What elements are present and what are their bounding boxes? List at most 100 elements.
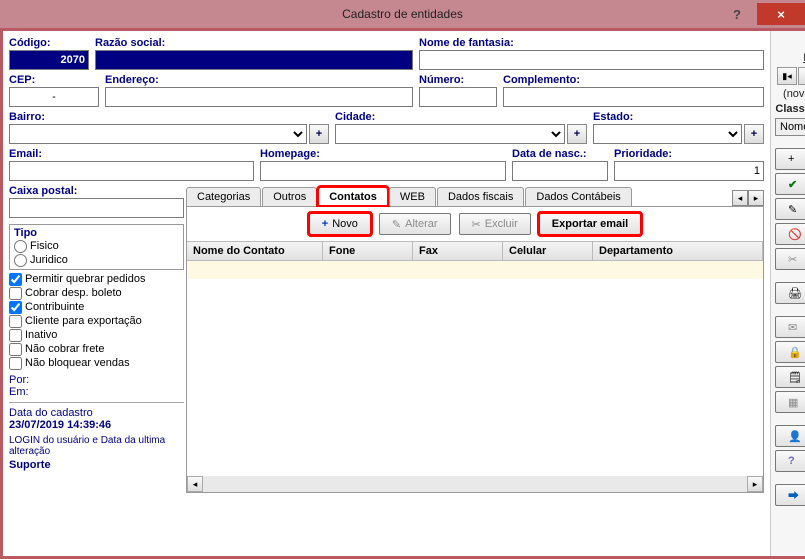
suporte-label: Suporte xyxy=(9,459,184,471)
grid-body xyxy=(187,261,763,476)
col-fone[interactable]: Fone xyxy=(323,242,413,260)
label-codigo: Código: xyxy=(9,37,89,49)
numero-input[interactable] xyxy=(419,87,497,107)
tab-fiscais[interactable]: Dados fiscais xyxy=(437,187,524,206)
estado-select[interactable] xyxy=(593,124,742,144)
tab-contatos[interactable]: Contatos xyxy=(318,187,388,206)
label-endereco: Endereço: xyxy=(105,74,413,86)
tabscroll-left[interactable]: ◂ xyxy=(732,190,748,206)
label-email: Email: xyxy=(9,148,254,160)
col-fax[interactable]: Fax xyxy=(413,242,503,260)
scroll-right[interactable]: ▸ xyxy=(747,476,763,492)
estado-add-button[interactable]: + xyxy=(744,124,764,144)
label-fantasia: Nome de fantasia: xyxy=(419,37,764,49)
sub-exportar-button[interactable]: Exportar email xyxy=(539,213,641,235)
pencil-icon: ✎ xyxy=(392,218,401,231)
novo-registro-label: (novo registro) xyxy=(775,88,805,100)
chk-boleto[interactable]: Cobrar desp. boleto xyxy=(9,286,184,300)
tab-contabeis[interactable]: Dados Contábeis xyxy=(525,187,631,206)
label-tipo: Tipo xyxy=(14,227,179,239)
radio-fisico[interactable]: Fisico xyxy=(14,239,179,253)
sub-excluir-button[interactable]: ✂Excluir xyxy=(459,213,531,235)
label-numero: Número: xyxy=(419,74,497,86)
classificado-select[interactable]: Nome xyxy=(775,118,805,136)
close-button[interactable]: × xyxy=(757,3,805,25)
tab-categorias[interactable]: Categorias xyxy=(186,187,261,206)
classificado-label: Classificado Por xyxy=(775,103,805,115)
email-input[interactable] xyxy=(9,161,254,181)
side-novo-button[interactable]: + Novo xyxy=(775,148,805,170)
col-celular[interactable]: Celular xyxy=(503,242,593,260)
em-label: Em: xyxy=(9,386,184,398)
sub-alterar-button[interactable]: ✎Alterar xyxy=(379,213,451,235)
caixa-input[interactable] xyxy=(9,198,184,218)
chk-exportacao[interactable]: Cliente para exportação xyxy=(9,314,184,328)
prioridade-input[interactable] xyxy=(614,161,764,181)
nav-prev[interactable]: ◂ xyxy=(798,67,805,85)
table-icon: ▦ xyxy=(788,396,798,409)
profile-icon: 👤 xyxy=(788,430,802,443)
chk-inativo[interactable]: Inativo xyxy=(9,328,184,342)
side-bloquear-button[interactable]: 🔒 Bloquear xyxy=(775,341,805,363)
window-title: Cadastro de entidades xyxy=(342,7,463,21)
busca-label[interactable]: Busca xyxy=(775,52,805,64)
label-bairro: Bairro: xyxy=(9,111,329,123)
grid-empty-row xyxy=(187,261,763,279)
cep-input[interactable] xyxy=(9,87,99,107)
mail-icon: ✉ xyxy=(788,321,797,334)
chk-bloquear[interactable]: Não bloquear vendas xyxy=(9,356,184,370)
col-nome[interactable]: Nome do Contato xyxy=(187,242,323,260)
tabscroll-right[interactable]: ▸ xyxy=(748,190,764,206)
side-email-button[interactable]: ✉ Email xyxy=(775,316,805,338)
razao-input[interactable] xyxy=(95,50,413,70)
chk-contribuinte[interactable]: Contribuinte xyxy=(9,300,184,314)
bairro-select[interactable] xyxy=(9,124,307,144)
side-nota-button[interactable]: 🗒 Nota xyxy=(775,366,805,388)
radio-juridico-label: Juridico xyxy=(30,253,68,267)
tipo-group: Tipo Fisico Juridico xyxy=(9,224,184,270)
radio-fisico-label: Fisico xyxy=(30,239,59,253)
fantasia-input[interactable] xyxy=(419,50,764,70)
tab-web[interactable]: WEB xyxy=(389,187,436,206)
side-alterar-button[interactable]: ✎ Alterar xyxy=(775,198,805,220)
homepage-input[interactable] xyxy=(260,161,506,181)
sub-novo-button[interactable]: +Novo xyxy=(309,213,371,235)
complemento-input[interactable] xyxy=(503,87,764,107)
col-depto[interactable]: Departamento xyxy=(593,242,763,260)
grid-header: Nome do Contato Fone Fax Celular Departa… xyxy=(187,241,763,261)
radio-juridico[interactable]: Juridico xyxy=(14,253,179,267)
side-relatorios-button[interactable]: 🖨 Relatórios xyxy=(775,282,805,304)
lock-icon: 🔒 xyxy=(788,346,802,359)
titlebar: Cadastro de entidades ? × xyxy=(0,0,805,28)
side-gravar-button[interactable]: ✔ Gravar xyxy=(775,173,805,195)
label-caixa: Caixa postal: xyxy=(9,185,184,197)
side-cancelar-button[interactable]: 🚫 Cancelar xyxy=(775,223,805,245)
scroll-left[interactable]: ◂ xyxy=(187,476,203,492)
label-datanasc: Data de nasc.: xyxy=(512,148,608,160)
codigo-input[interactable] xyxy=(9,50,89,70)
cidade-add-button[interactable]: + xyxy=(567,124,587,144)
note-icon: 🗒 xyxy=(788,371,802,384)
tab-outros[interactable]: Outros xyxy=(262,187,317,206)
binoculars-icon[interactable]: 🔭 xyxy=(775,35,805,49)
label-cidade: Cidade: xyxy=(335,111,587,123)
nav-first[interactable]: ▮◂ xyxy=(777,67,797,85)
side-tabprecos-button[interactable]: ▦ Tab preços xyxy=(775,391,805,413)
tabbar: Categorias Outros Contatos WEB Dados fis… xyxy=(186,187,764,207)
plus-icon: + xyxy=(788,153,794,165)
chk-frete[interactable]: Não cobrar frete xyxy=(9,342,184,356)
endereco-input[interactable] xyxy=(105,87,413,107)
chk-quebrar[interactable]: Permitir quebrar pedidos xyxy=(9,272,184,286)
scroll-track[interactable] xyxy=(203,476,747,492)
label-prioridade: Prioridade: xyxy=(614,148,764,160)
side-sair-button[interactable]: ⮕ Sair xyxy=(775,484,805,506)
help-button[interactable]: ? xyxy=(717,3,757,25)
cidade-select[interactable] xyxy=(335,124,565,144)
scissors-icon: ✂ xyxy=(472,218,481,231)
no-entry-icon: 🚫 xyxy=(788,228,802,241)
side-perfil-button[interactable]: 👤 Perfil... xyxy=(775,425,805,447)
datanasc-input[interactable] xyxy=(512,161,608,181)
side-excluir-button[interactable]: ✂ Excluir xyxy=(775,248,805,270)
bairro-add-button[interactable]: + xyxy=(309,124,329,144)
side-ajuda-button[interactable]: ? Ajuda xyxy=(775,450,805,472)
